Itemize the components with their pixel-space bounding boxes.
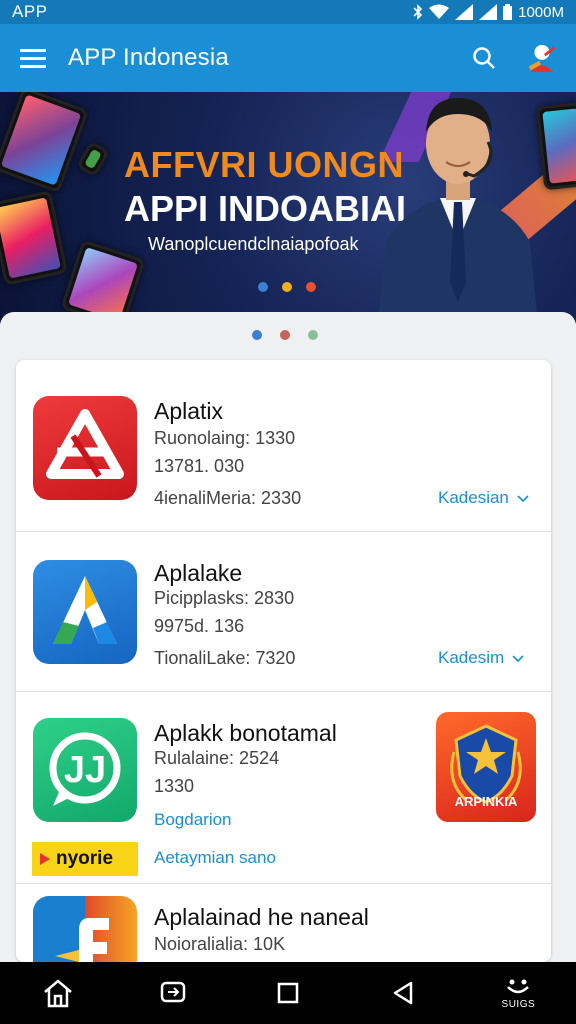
featured-app-icon[interactable]: ARPINKIA — [436, 712, 536, 822]
app-meta: 1330 — [154, 776, 195, 796]
pager-dot[interactable] — [280, 330, 290, 340]
app-action-link[interactable]: Kadesian — [438, 488, 529, 508]
app-meta: Picipplasks: 2830 — [154, 588, 295, 608]
pager-dot[interactable] — [252, 330, 262, 340]
status-bar: APP 1000M — [0, 0, 576, 24]
app-title: APP Indonesia — [68, 44, 229, 71]
back-icon[interactable] — [373, 968, 433, 1018]
app-icon-aplalake[interactable] — [33, 560, 137, 664]
signal-icon-2 — [479, 4, 498, 20]
app-icon-aplatix[interactable] — [33, 396, 137, 500]
app-list-item[interactable]: Aplalainad he naneal Noioralialia: 10K — [16, 884, 551, 962]
assistant-label: SUIGS — [501, 998, 536, 1010]
badge-label: nyorie — [56, 848, 114, 869]
promo-badge[interactable]: nyorie — [32, 842, 138, 876]
profile-icon[interactable] — [526, 42, 558, 74]
status-time: 1000M — [518, 3, 564, 21]
carousel-indicator — [252, 330, 318, 340]
app-name: Aplakk bonotamal — [154, 720, 337, 746]
phone-illustration — [75, 140, 111, 178]
app-list-item[interactable]: JJ Aplakk bonotamal Rulalaine: 2524 1330… — [16, 692, 551, 884]
assistant-button[interactable]: SUIGS — [488, 968, 548, 1018]
banner-tagline: Wanoplcuendclnaiapofoak — [148, 234, 359, 254]
app-name: Aplatix — [154, 398, 224, 424]
menu-icon[interactable] — [18, 42, 50, 74]
square-icon[interactable] — [258, 968, 318, 1018]
bluetooth-icon — [413, 4, 423, 20]
app-meta: TionaliLake: 7320 — [154, 648, 296, 668]
app-action-link[interactable]: Kadesim — [438, 648, 524, 668]
wifi-icon — [429, 4, 450, 19]
status-label: APP — [12, 2, 48, 21]
app-name: Aplalainad he naneal — [154, 904, 369, 930]
app-meta: Ruonolaing: 1330 — [154, 428, 296, 448]
promo-banner[interactable]: AFFVRI UONGN APPI INDOABIAI Wanoplcuendc… — [0, 92, 576, 324]
app-action-link[interactable]: Bogdarion — [154, 810, 232, 830]
app-list-card: Aplatix Ruonolaing: 1330 13781. 030 4ien… — [16, 360, 551, 962]
banner-headline: AFFVRI UONGN — [124, 144, 404, 185]
chevron-down-icon — [512, 655, 524, 663]
banner-dot — [282, 282, 292, 292]
logo-icon — [46, 409, 124, 479]
app-name: Aplalake — [154, 560, 243, 586]
banner-headline-2: APPI INDOABIAI — [124, 188, 407, 229]
action-label: Kadesian — [438, 488, 509, 507]
logo-icon — [55, 918, 109, 962]
logo-icon — [53, 576, 117, 644]
app-meta: 13781. 030 — [154, 456, 245, 476]
phone-illustration — [0, 190, 69, 286]
banner-dot — [258, 282, 268, 292]
app-list-item[interactable]: Aplalake Picipplasks: 2830 9975d. 136 Ti… — [16, 532, 551, 692]
smile-icon — [507, 979, 530, 993]
app-bar: APP Indonesia — [0, 24, 576, 92]
play-icon — [40, 853, 50, 865]
featured-app-label: ARPINKIA — [454, 794, 518, 809]
phone-illustration — [0, 92, 89, 194]
recent-apps-icon[interactable] — [143, 968, 203, 1018]
chat-icon: JJ — [49, 732, 121, 806]
app-list-item[interactable]: Aplatix Ruonolaing: 1330 13781. 030 4ien… — [16, 360, 551, 532]
app-meta: Noioralialia: 10K — [154, 934, 286, 954]
banner-dot — [306, 282, 316, 292]
app-icon-aplakk[interactable]: JJ — [33, 718, 137, 822]
pager-dot[interactable] — [308, 330, 318, 340]
chevron-down-icon — [517, 495, 529, 503]
app-meta: Rulalaine: 2524 — [154, 748, 280, 768]
app-secondary-link[interactable]: Aetaymian sano — [154, 848, 276, 868]
presenter-illustration — [378, 98, 538, 324]
banner-dots — [258, 282, 316, 292]
signal-icon — [455, 4, 474, 20]
svg-text:JJ: JJ — [64, 749, 106, 791]
battery-icon — [503, 4, 513, 20]
app-icon-aplalainad[interactable] — [33, 896, 137, 962]
system-nav-bar: SUIGS — [0, 962, 576, 1024]
app-bar-actions — [468, 42, 558, 74]
status-icons: 1000M — [413, 4, 564, 21]
app-meta: 4ienaliMeria: 2330 — [154, 488, 302, 508]
action-label: Kadesim — [438, 648, 505, 667]
search-icon[interactable] — [468, 42, 500, 74]
home-icon[interactable] — [28, 968, 88, 1018]
app-meta: 9975d. 136 — [154, 616, 245, 636]
